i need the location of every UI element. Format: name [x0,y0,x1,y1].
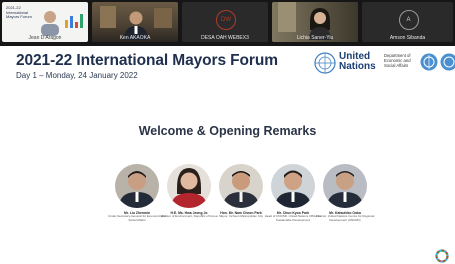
un-emblem-icon [314,52,336,74]
desa-logo-icon [440,53,455,71]
shared-slide: 2021-22 International Mayors Forum Day 1… [0,46,455,264]
speaker-role: Minister of Environment, Republic of Kor… [160,214,218,218]
speaker-card: Mr. Liu Zhenmin Under-Secretary-General … [107,164,167,223]
participant-name: DESA OAH WEBEX3 [201,35,249,41]
video-strip: 2021-22 International Mayors Forum Jean … [0,0,455,46]
speaker-photo [115,164,159,208]
speaker-photo [219,164,263,208]
participant-name: Ken AKAOKA [119,35,151,41]
speaker-photo [323,164,367,208]
mini-slide-title: 2021-22 International Mayors Forum [6,5,32,19]
desa-logo-icon [420,53,438,71]
participant-name: Lichia Saner-Yiu [296,35,334,41]
speaker-photo [167,164,211,208]
speaker-role: Head of UNOSD, United Nations Office for… [264,214,322,222]
speaker-card: Mr. Katsuhiko Ooka Director, United Nati… [315,164,375,223]
participant-tile-5[interactable]: A Amson Sibanda [362,2,453,42]
participant-name: Amson Sibanda [389,35,426,41]
initials-avatar: A [398,10,419,30]
participant-tile-3[interactable]: DW DESA OAH WEBEX3 [182,2,268,42]
un-logo-text: United Nations [339,51,376,72]
participant-tile-4[interactable]: Lichia Saner-Yiu [272,2,358,42]
speaker-card: Hon. Mr. Nam Cheon Park Mayor, Incheon M… [211,164,271,219]
participant-tile-1[interactable]: 2021-22 International Mayors Forum Jean … [2,2,88,42]
mini-chart [64,10,84,28]
speaker-role: Mayor, Incheon Metropolitan City [219,214,263,218]
participant-name: Jean D'Aragon [28,35,62,41]
person-video-icon [41,11,59,36]
slide-title: 2021-22 International Mayors Forum [16,52,278,69]
initials-avatar: DW [216,10,236,30]
participant-tile-2[interactable]: Ken AKAOKA [92,2,178,42]
speaker-card: Mr. Chun Kyoo Park Head of UNOSD, United… [263,164,323,223]
sdg-wheel-icon [435,249,449,263]
speaker-role: Under-Secretary-General for Economic and… [108,214,166,222]
speaker-role: Director, United Nations Centre for Regi… [315,214,375,222]
section-title: Welcome & Opening Remarks [138,124,317,138]
speaker-card: H.E. Ms. Hwa Jeong Jo Minister of Enviro… [159,164,219,219]
speaker-photo [271,164,315,208]
desa-logo-text: Department of Economic and Social Affair… [384,53,411,68]
slide-subtitle: Day 1 – Monday, 24 January 2022 [16,71,138,80]
